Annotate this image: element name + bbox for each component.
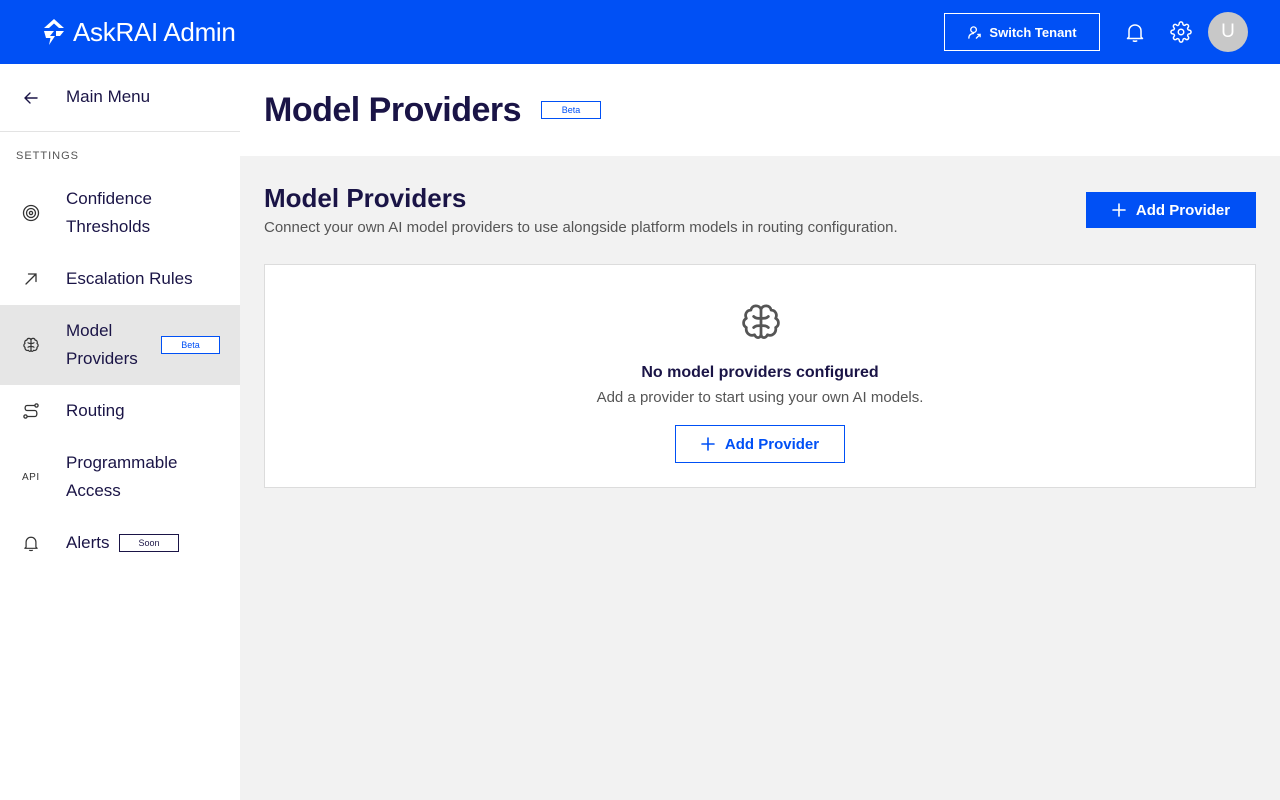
plus-icon <box>701 437 725 451</box>
sidebar-item-escalation-rules[interactable]: Escalation Rules <box>0 256 240 302</box>
sidebar-item-model-providers[interactable]: Model Providers Beta <box>0 305 240 385</box>
section-title: Model Providers <box>264 183 467 213</box>
app-title: AskRAI Admin <box>73 17 236 47</box>
sidebar-item-label: Escalation Rules <box>66 269 193 288</box>
add-provider-button[interactable]: Add Provider <box>1086 192 1256 228</box>
brain-icon <box>739 300 783 344</box>
sidebar-item-label: Model <box>66 321 113 340</box>
api-icon: API <box>22 472 40 483</box>
sidebar-item-label: Providers <box>66 349 138 368</box>
add-provider-label: Add Provider <box>724 435 820 453</box>
arrow-up-right-icon <box>22 270 40 288</box>
sidebar: Main Menu SETTINGS Confidence Thresholds… <box>0 64 240 800</box>
switch-tenant-label: Switch Tenant <box>989 24 1077 40</box>
sidebar-item-programmable-access[interactable]: API Programmable Access <box>0 438 240 504</box>
target-icon <box>22 204 40 222</box>
avatar[interactable]: U <box>1208 12 1248 52</box>
sidebar-item-label: Confidence <box>66 189 153 208</box>
brain-icon <box>22 336 40 354</box>
sidebar-item-confidence-thresholds[interactable]: Confidence Thresholds <box>0 178 240 244</box>
sidebar-item-label: Routing <box>66 401 125 420</box>
section-subtitle: Connect your own AI model providers to u… <box>264 219 898 236</box>
main-menu-label: Main Menu <box>66 87 151 106</box>
logo-icon <box>42 19 66 45</box>
bell-icon <box>22 534 40 552</box>
page-header: Model Providers Beta <box>240 64 1280 156</box>
main-menu-link[interactable]: Main Menu <box>0 64 240 132</box>
bell-icon <box>1124 21 1146 43</box>
user-switch-icon <box>967 25 989 40</box>
sidebar-item-label: Programmable <box>66 453 178 472</box>
empty-state-title: No model providers configured <box>641 364 879 381</box>
settings-section-label: SETTINGS <box>16 150 80 162</box>
page-title: Model Providers <box>264 91 522 129</box>
soon-badge: Soon <box>119 534 179 552</box>
sidebar-item-label: Alerts <box>66 533 110 552</box>
beta-badge: Beta <box>161 336 220 354</box>
route-icon <box>22 402 40 420</box>
beta-badge: Beta <box>541 101 601 119</box>
empty-state-add-provider-button[interactable]: Add Provider <box>675 425 845 463</box>
sidebar-item-label: Thresholds <box>66 217 151 236</box>
app-brand[interactable]: AskRAI Admin <box>42 17 236 47</box>
empty-state-card: No model providers configured Add a prov… <box>264 264 1256 488</box>
empty-state-subtitle: Add a provider to start using your own A… <box>596 389 924 406</box>
settings-button[interactable] <box>1170 21 1192 43</box>
plus-icon <box>1112 203 1136 217</box>
sidebar-item-label: Access <box>66 481 121 500</box>
switch-tenant-button[interactable]: Switch Tenant <box>944 13 1100 51</box>
sidebar-item-routing[interactable]: Routing <box>0 388 240 434</box>
top-bar: AskRAI Admin Switch Tenant U <box>0 0 1280 64</box>
add-provider-label: Add Provider <box>1135 201 1231 219</box>
sidebar-item-alerts[interactable]: Alerts Soon <box>0 520 240 566</box>
gear-icon <box>1170 21 1192 43</box>
notifications-button[interactable] <box>1124 21 1146 43</box>
